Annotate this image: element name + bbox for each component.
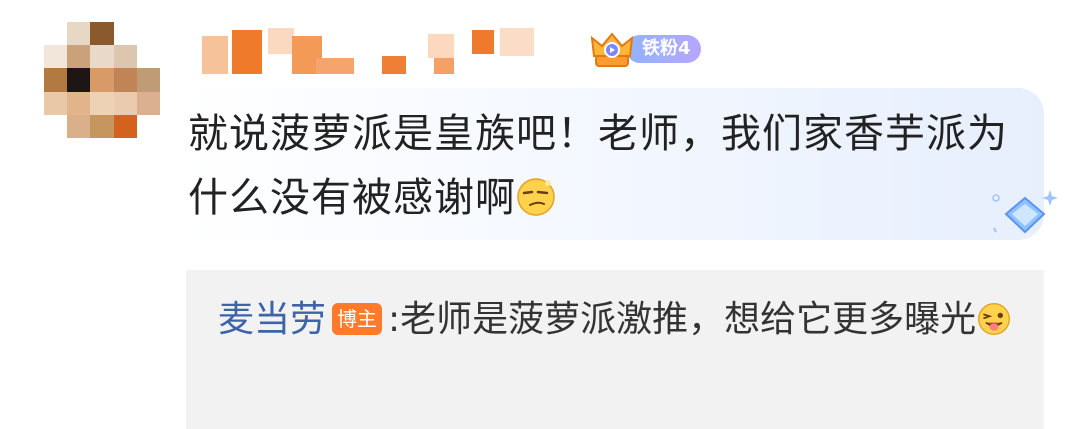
crown-icon [590,32,634,67]
reply-text: :老师是菠萝派激推，想给它更多曝光 [388,299,977,340]
fan-badge[interactable]: 铁粉4 [588,32,701,67]
reply-author-link[interactable]: 麦当劳 [218,299,326,340]
smirk-face-emoji-icon [517,178,555,216]
author-badge: 博主 [332,303,383,335]
comment-card: 铁粉4 就说菠萝派是皇族吧！老师，我们家香芋派为什么没有被感谢啊 麦当劳 博主:老… [0,0,1080,429]
fan-badge-label: 铁粉4 [626,35,701,63]
comment-text: 就说菠萝派是皇族吧！老师，我们家香芋派为什么没有被感谢啊 [188,111,1008,221]
reply-text-block[interactable]: 麦当劳 博主:老师是菠萝派激推，想给它更多曝光 [218,290,1018,350]
username-blurred[interactable] [196,22,576,74]
avatar[interactable] [44,22,160,138]
tongue-wink-face-emoji-icon [978,303,1011,335]
comment-text-block[interactable]: 就说菠萝派是皇族吧！老师，我们家香芋派为什么没有被感谢啊 [188,102,1018,230]
diamond-icon [992,190,1058,234]
